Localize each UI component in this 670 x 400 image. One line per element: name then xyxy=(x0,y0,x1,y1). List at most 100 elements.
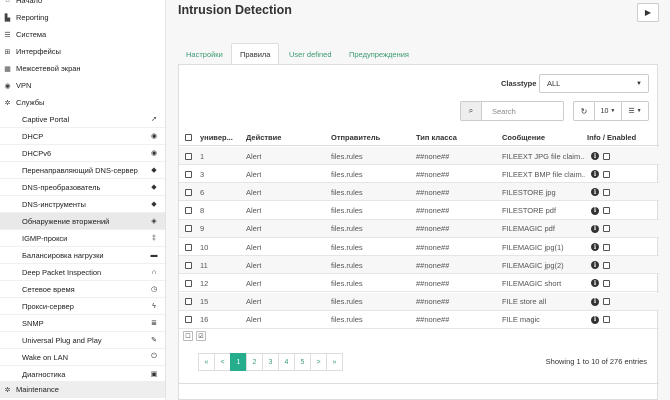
row-select[interactable] xyxy=(185,238,192,256)
row-select[interactable] xyxy=(185,220,192,238)
page-button[interactable]: 4 xyxy=(278,353,295,371)
row-checkbox[interactable] xyxy=(185,207,192,215)
row-select[interactable] xyxy=(185,183,192,201)
page-size-dropdown[interactable]: 10 ▼ xyxy=(594,101,622,121)
enabled-checkbox[interactable] xyxy=(603,170,610,178)
sidebar-service-item[interactable]: Перенаправляющий DNS-сервер ◆ xyxy=(0,162,165,179)
info-icon[interactable]: i xyxy=(591,279,599,288)
info-icon[interactable]: i xyxy=(591,206,599,215)
page-button[interactable]: > xyxy=(310,353,327,371)
row-checkbox[interactable] xyxy=(185,152,192,160)
sidebar-service-item[interactable]: Балансировка нагрузки ▬ xyxy=(0,247,165,264)
page-button[interactable]: 1 xyxy=(230,353,247,371)
row-checkbox[interactable] xyxy=(185,316,192,324)
table-row[interactable]: 1 Alert files.rules ##none## FILEEXT JPG fil… xyxy=(179,147,659,165)
sidebar-item-5[interactable]: ◉ VPN xyxy=(0,77,165,94)
table-row[interactable]: 15 Alert files.rules ##none## FILE store all… xyxy=(179,292,659,311)
bulk-enable-button[interactable]: ☑ xyxy=(196,331,206,341)
sidebar-service-item[interactable]: DHCP ◉ xyxy=(0,128,165,145)
sidebar-service-item[interactable]: Deep Packet Inspection ∩ xyxy=(0,264,165,281)
col-message[interactable]: Сообщение xyxy=(502,128,545,146)
row-checkbox[interactable] xyxy=(185,243,192,251)
row-select[interactable] xyxy=(185,147,192,165)
sidebar-service-item[interactable]: Обнаружение вторжений ◈ xyxy=(0,213,165,230)
enabled-checkbox[interactable] xyxy=(603,243,610,251)
sidebar-service-item[interactable]: DNS-инструменты ◆ xyxy=(0,196,165,213)
sidebar-item-2[interactable]: ☰ Система xyxy=(0,26,165,43)
page-button[interactable]: < xyxy=(214,353,231,371)
row-select[interactable] xyxy=(185,256,192,274)
sidebar-item-maintenance[interactable]: ✲ Maintenance xyxy=(0,381,165,398)
tab-settings[interactable]: Настройки xyxy=(178,43,231,65)
sidebar-service-item[interactable]: SNMP ≣ xyxy=(0,315,165,332)
sidebar-service-item[interactable]: Прокси-сервер ϟ xyxy=(0,298,165,315)
row-select[interactable] xyxy=(185,311,192,329)
info-icon[interactable]: i xyxy=(591,261,599,270)
row-select[interactable] xyxy=(185,202,192,220)
search-input[interactable]: Search xyxy=(481,101,564,121)
table-row[interactable]: 10 Alert files.rules ##none## FILEMAGIC jpg(… xyxy=(179,238,659,256)
table-row[interactable]: 3 Alert files.rules ##none## FILEEXT BMP fil… xyxy=(179,165,659,184)
page-button[interactable]: » xyxy=(326,353,343,371)
row-select[interactable] xyxy=(185,293,192,311)
sidebar-item-0[interactable]: ⌂ Начало xyxy=(0,0,165,9)
info-icon[interactable]: i xyxy=(591,297,599,306)
info-icon[interactable]: i xyxy=(591,224,599,233)
page-button[interactable]: 2 xyxy=(246,353,263,371)
col-source[interactable]: Отправитель xyxy=(331,128,380,146)
sidebar-item-4[interactable]: ▦ Межсетевой экран xyxy=(0,60,165,77)
enabled-checkbox[interactable] xyxy=(603,207,610,215)
select-all-checkbox[interactable] xyxy=(185,128,192,146)
table-row[interactable]: 12 Alert files.rules ##none## FILEMAGIC shor… xyxy=(179,274,659,293)
refresh-button[interactable]: ↻ xyxy=(573,101,595,121)
sidebar-service-item[interactable]: DHCPv6 ◉ xyxy=(0,145,165,162)
enabled-checkbox[interactable] xyxy=(603,316,610,324)
row-checkbox[interactable] xyxy=(185,225,192,233)
sidebar-item-1[interactable]: ▙ Reporting xyxy=(0,9,165,26)
sidebar-service-item[interactable]: Wake on LAN ⏻ xyxy=(0,349,165,366)
table-row[interactable]: 11 Alert files.rules ##none## FILEMAGIC jpg(… xyxy=(179,256,659,275)
sidebar-item-3[interactable]: ⊞ Интерфейсы xyxy=(0,43,165,60)
page-button[interactable]: 5 xyxy=(294,353,311,371)
info-icon[interactable]: i xyxy=(591,188,599,197)
columns-dropdown[interactable]: ☰ ▼ xyxy=(621,101,649,121)
classtype-select[interactable]: ALL ▼ xyxy=(539,74,649,93)
tab-rules[interactable]: Правила xyxy=(231,43,280,65)
enabled-checkbox[interactable] xyxy=(603,225,610,233)
col-sid[interactable]: универ... xyxy=(200,128,233,146)
info-icon[interactable]: i xyxy=(591,152,599,160)
row-checkbox[interactable] xyxy=(185,279,192,287)
sidebar-item-6[interactable]: ✲ Службы xyxy=(0,94,165,111)
page-button[interactable]: « xyxy=(198,353,215,371)
sidebar-service-item[interactable]: IGMP-прокси ‡ xyxy=(0,230,165,247)
row-checkbox[interactable] xyxy=(185,298,192,306)
col-classtype[interactable]: Тип класса xyxy=(416,128,457,146)
row-checkbox[interactable] xyxy=(185,261,192,269)
bulk-disable-button[interactable]: ☐ xyxy=(183,331,193,341)
checkbox[interactable] xyxy=(185,133,192,141)
tab-user-defined[interactable]: User defined xyxy=(281,43,340,65)
sidebar-service-item[interactable]: Captive Portal ➚ xyxy=(0,111,165,128)
table-row[interactable]: 9 Alert files.rules ##none## FILEMAGIC pdf i xyxy=(179,219,659,238)
enabled-checkbox[interactable] xyxy=(603,261,610,269)
page-button[interactable]: 3 xyxy=(262,353,279,371)
row-checkbox[interactable] xyxy=(185,170,192,178)
info-icon[interactable]: i xyxy=(591,243,599,251)
info-icon[interactable]: i xyxy=(591,315,599,324)
search-button[interactable]: ⌕ xyxy=(460,101,482,121)
enabled-checkbox[interactable] xyxy=(603,298,610,306)
table-row[interactable]: 8 Alert files.rules ##none## FILESTORE pdf i xyxy=(179,202,659,220)
row-select[interactable] xyxy=(185,165,192,183)
col-action[interactable]: Действие xyxy=(246,128,281,146)
row-select[interactable] xyxy=(185,274,192,292)
play-button[interactable]: ▶ xyxy=(637,3,659,22)
info-icon[interactable]: i xyxy=(591,170,599,179)
enabled-checkbox[interactable] xyxy=(603,152,610,160)
enabled-checkbox[interactable] xyxy=(603,188,610,196)
enabled-checkbox[interactable] xyxy=(603,279,610,287)
row-checkbox[interactable] xyxy=(185,188,192,196)
tab-alerts[interactable]: Предупреждения xyxy=(341,43,417,65)
sidebar-service-item[interactable]: Universal Plug and Play ✎ xyxy=(0,332,165,349)
sidebar-service-item[interactable]: DNS-преобразователь ◆ xyxy=(0,179,165,196)
table-row[interactable]: 16 Alert files.rules ##none## FILE magic i xyxy=(179,311,659,329)
